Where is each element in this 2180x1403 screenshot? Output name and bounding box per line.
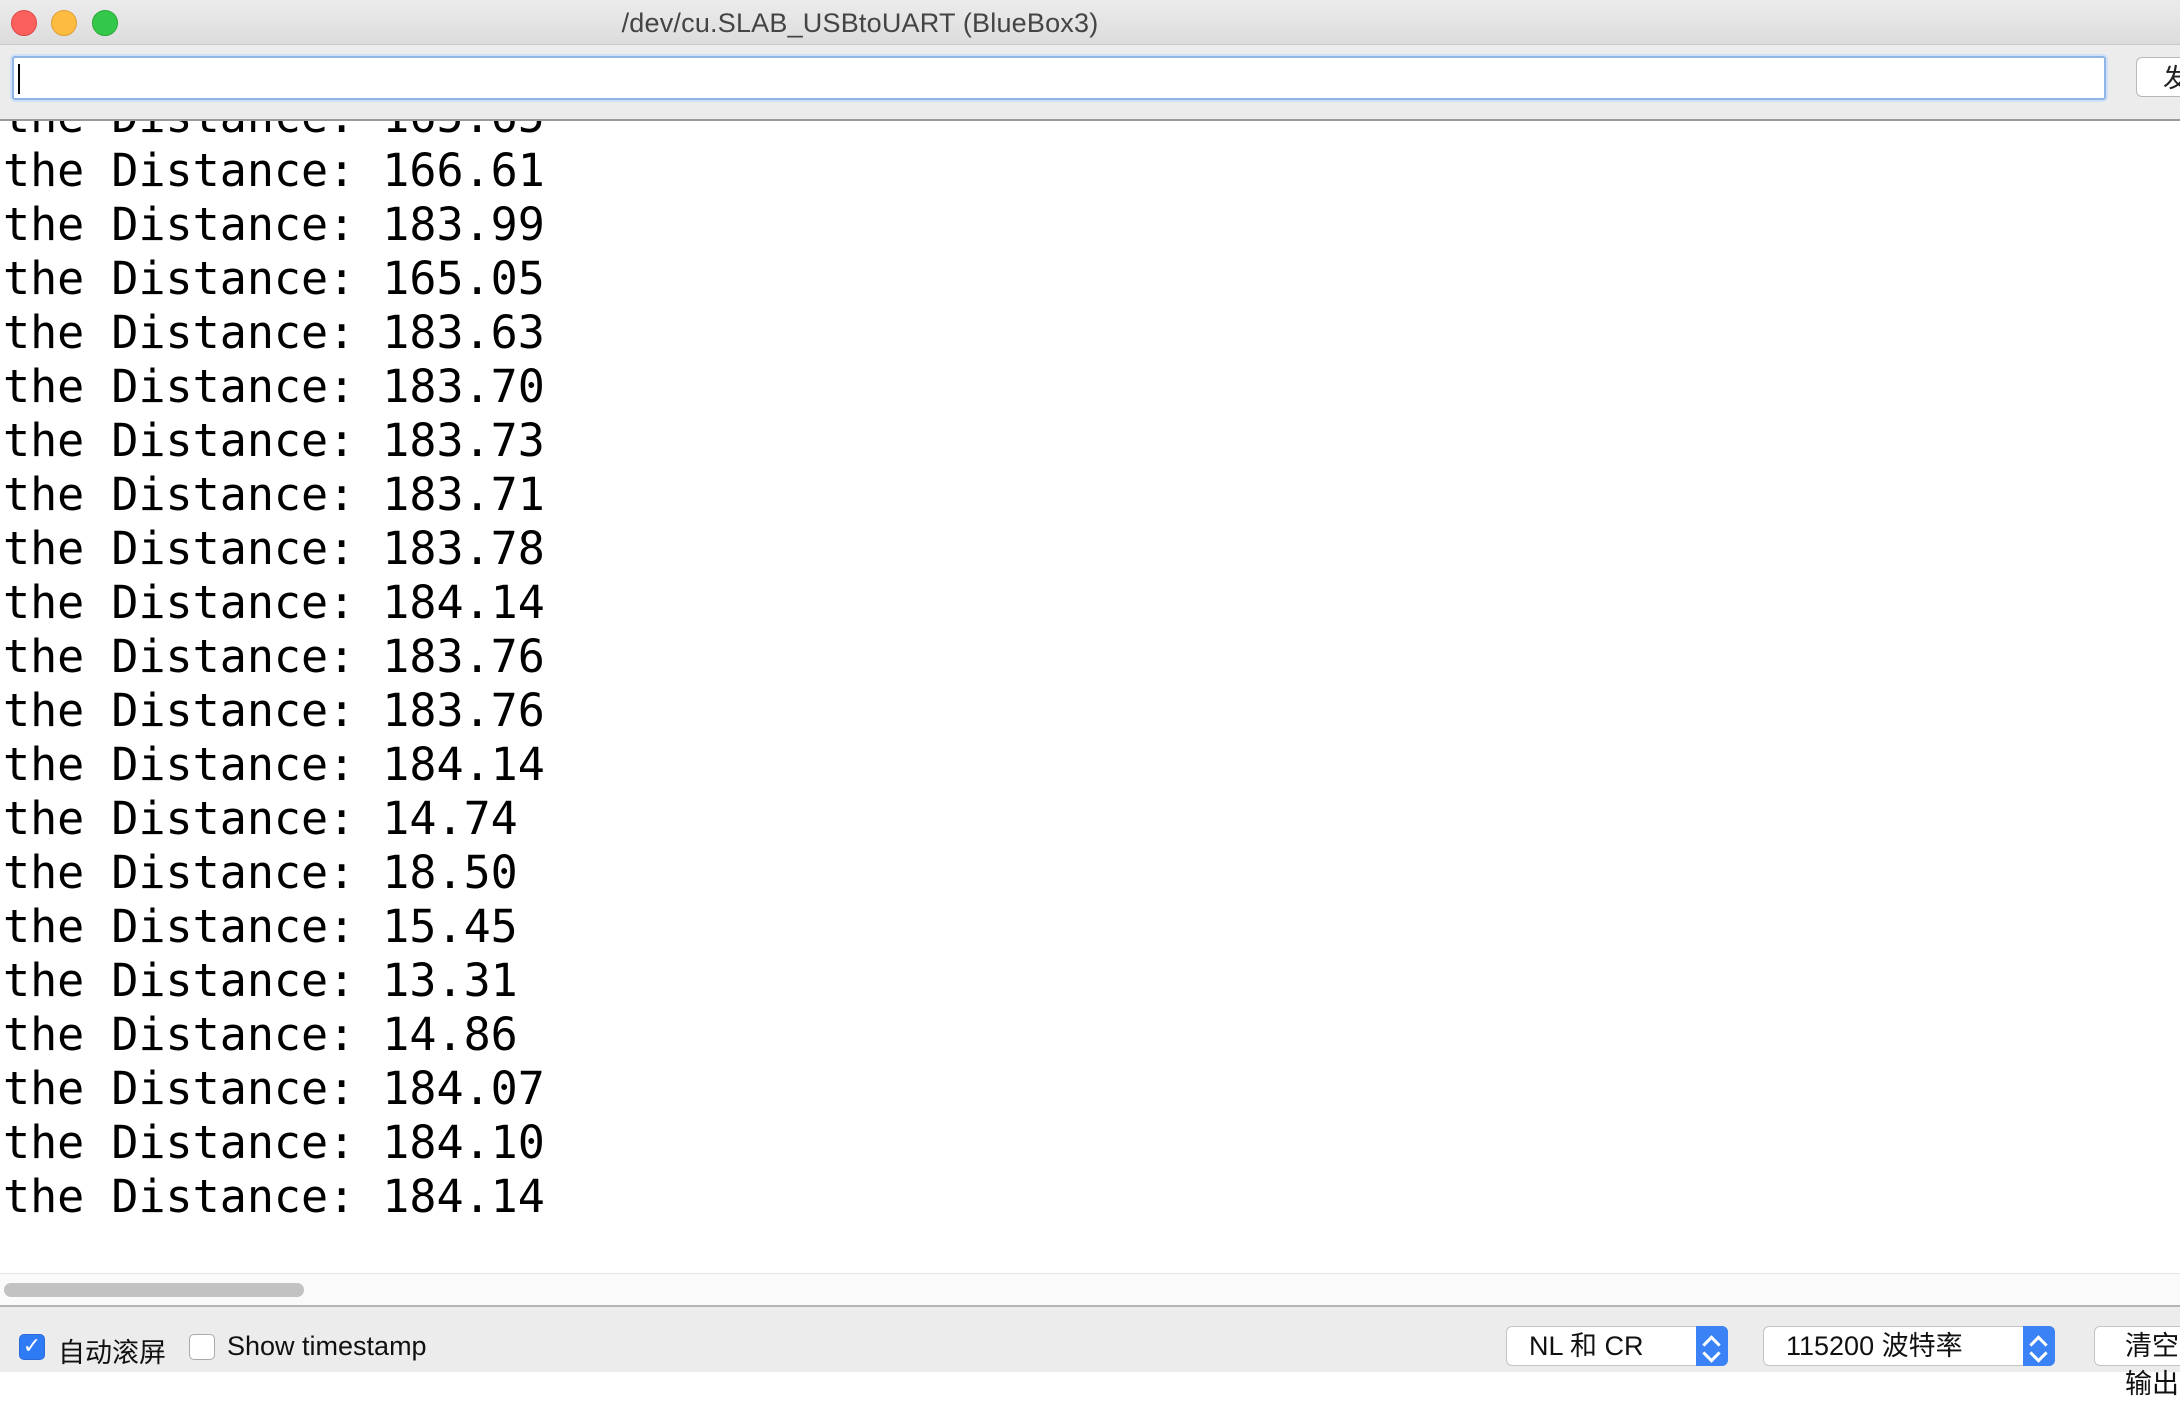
baud-rate-stepper-icon xyxy=(2023,1326,2055,1366)
output-line: the Distance: 18.50 xyxy=(3,846,518,899)
status-bar: ✓ 自动滚屏 Show timestamp NL 和 CR 115200 波特率… xyxy=(0,1305,2180,1399)
output-line: the Distance: 14.86 xyxy=(3,1008,518,1061)
output-line: the Distance: 14.74 xyxy=(3,792,518,845)
output-line: the Distance: 15.45 xyxy=(3,900,518,953)
serial-output-area[interactable]: the Distance: 165.65the Distance: 166.61… xyxy=(0,121,2180,1273)
line-ending-stepper-icon xyxy=(1696,1326,1728,1366)
output-line: the Distance: 184.10 xyxy=(3,1116,545,1169)
output-line: the Distance: 183.78 xyxy=(3,522,545,575)
window-title: /dev/cu.SLAB_USBtoUART (BlueBox3) xyxy=(621,8,1099,38)
show-timestamp-label: Show timestamp xyxy=(227,1331,427,1361)
output-line: the Distance: 184.14 xyxy=(3,738,545,791)
autoscroll-label: 自动滚屏 xyxy=(58,1338,166,1368)
output-line: the Distance: 184.14 xyxy=(3,576,545,629)
output-line: the Distance: 184.14 xyxy=(3,1170,545,1223)
horizontal-scrollbar[interactable] xyxy=(0,1273,2180,1306)
output-line: the Distance: 183.99 xyxy=(3,198,545,251)
output-line: the Distance: 13.31 xyxy=(3,954,518,1007)
send-toolbar: 发送 xyxy=(0,45,2180,121)
output-line: the Distance: 183.76 xyxy=(3,630,545,683)
autoscroll-checkbox[interactable]: ✓ xyxy=(19,1334,45,1360)
output-line: the Distance: 184.07 xyxy=(3,1062,545,1115)
title-bar: /dev/cu.SLAB_USBtoUART (BlueBox3) xyxy=(0,0,2180,45)
output-line: the Distance: 183.76 xyxy=(3,684,545,737)
send-button[interactable]: 发送 xyxy=(2136,57,2180,97)
output-lines: the Distance: 165.65the Distance: 166.61… xyxy=(3,121,545,1224)
baud-rate-value: 115200 波特率 xyxy=(1786,1331,1963,1361)
scrollbar-thumb[interactable] xyxy=(4,1283,304,1297)
show-timestamp-checkbox[interactable] xyxy=(189,1334,215,1360)
output-line: the Distance: 183.71 xyxy=(3,468,545,521)
output-line: the Distance: 183.63 xyxy=(3,306,545,359)
output-line: the Distance: 165.05 xyxy=(3,252,545,305)
serial-send-input[interactable] xyxy=(12,56,2106,100)
text-caret xyxy=(18,64,20,94)
output-line: the Distance: 183.73 xyxy=(3,414,545,467)
output-line: the Distance: 183.70 xyxy=(3,360,545,413)
line-ending-value: NL 和 CR xyxy=(1529,1331,1644,1361)
line-ending-select[interactable]: NL 和 CR xyxy=(1506,1326,1728,1366)
output-line: the Distance: 166.61 xyxy=(3,144,545,197)
baud-rate-select[interactable]: 115200 波特率 xyxy=(1763,1326,2055,1366)
output-line: the Distance: 165.65 xyxy=(3,121,545,144)
clear-output-button[interactable]: 清空输出 xyxy=(2094,1326,2180,1399)
